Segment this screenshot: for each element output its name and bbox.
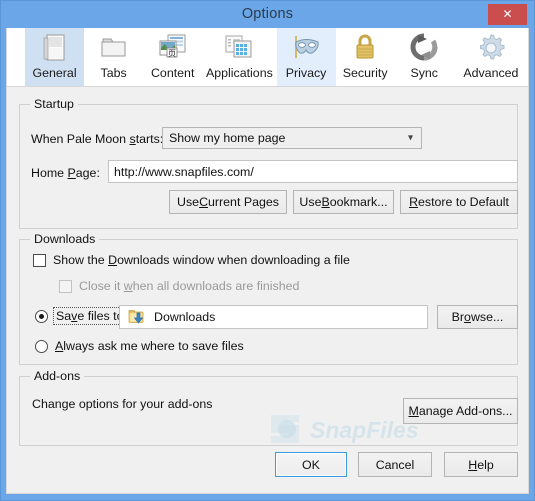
tab-privacy[interactable]: Privacy	[276, 28, 336, 86]
checkbox-box	[59, 279, 72, 293]
use-bookmark-button[interactable]: Use Bookmark...	[293, 190, 394, 214]
save-files-to-label: Save files to	[53, 307, 127, 325]
tab-label: Security	[342, 66, 388, 80]
document-page-icon	[38, 32, 72, 64]
tab-label: General	[32, 66, 77, 80]
when-starts-select[interactable]: Show my home page ▾	[162, 127, 422, 149]
use-current-pages-button[interactable]: Use Current Pages	[169, 190, 287, 214]
tab-security[interactable]: Security	[335, 28, 395, 86]
home-page-value: http://www.snapfiles.com/	[114, 164, 254, 179]
cancel-button[interactable]: Cancel	[358, 452, 432, 477]
always-ask-radio[interactable]: Always ask me where to save files	[35, 339, 244, 353]
startup-group-title: Startup	[30, 97, 78, 111]
save-path-field[interactable]: Downloads	[119, 305, 428, 329]
dialog-client-area: General Tabs 页 Content Applications Priv…	[6, 28, 529, 494]
content-pages-icon: 页	[156, 32, 190, 64]
tab-advanced[interactable]: Advanced	[453, 28, 528, 86]
window-title: Options	[241, 6, 294, 22]
tab-label: Advanced	[463, 66, 519, 80]
checkbox-box	[33, 253, 46, 267]
tab-label: Tabs	[100, 66, 127, 80]
mask-icon	[289, 32, 323, 64]
browse-button[interactable]: Br o wse...	[437, 305, 518, 329]
home-page-input[interactable]: http://www.snapfiles.com/	[108, 160, 518, 183]
save-files-to-radio[interactable]: Save files to	[35, 307, 127, 325]
tab-label: Content	[150, 66, 195, 80]
tab-label: Sync	[410, 66, 438, 80]
help-button[interactable]: Help	[444, 452, 518, 477]
tab-sync[interactable]: Sync	[394, 28, 454, 86]
options-dialog-window: Options ✕ General Tabs 页 Content Applica…	[0, 0, 535, 501]
when-starts-value: Show my home page	[169, 131, 286, 145]
options-tab-strip: General Tabs 页 Content Applications Priv…	[7, 28, 528, 87]
applications-grid-icon	[222, 32, 256, 64]
chevron-down-icon: ▾	[407, 132, 413, 144]
always-ask-label: Always ask me where to save files	[55, 339, 244, 353]
tab-content[interactable]: 页 Content	[143, 28, 203, 86]
show-downloads-window-checkbox[interactable]: Show the Downloads window when downloadi…	[33, 253, 350, 267]
close-when-finished-label: Close it when all downloads are finished	[79, 279, 300, 293]
downloads-folder-icon	[128, 309, 145, 325]
addons-group-title: Add-ons	[30, 369, 85, 383]
tab-label: Privacy	[285, 66, 327, 80]
home-page-label: Home Page:	[31, 166, 100, 180]
tab-label: Applications	[205, 66, 273, 80]
svg-text:页: 页	[168, 49, 176, 58]
folder-tabs-icon	[97, 32, 131, 64]
radio-dot	[35, 339, 48, 353]
addons-description: Change options for your add-ons	[32, 397, 213, 411]
downloads-group-title: Downloads	[30, 232, 100, 246]
save-path-value: Downloads	[154, 310, 216, 324]
restore-to-default-button[interactable]: Restore to Default	[400, 190, 518, 214]
gear-icon	[474, 32, 508, 64]
when-starts-label: When Pale Moon starts:	[31, 132, 164, 146]
padlock-icon	[348, 32, 382, 64]
tab-general[interactable]: General	[25, 28, 85, 86]
tab-tabs[interactable]: Tabs	[84, 28, 144, 86]
radio-dot	[35, 309, 48, 323]
ok-button[interactable]: OK	[275, 452, 347, 477]
manage-addons-button[interactable]: Manage Add-ons...	[403, 398, 518, 424]
show-downloads-window-label: Show the Downloads window when downloadi…	[53, 253, 350, 267]
title-bar[interactable]: Options ✕	[1, 1, 534, 28]
close-when-finished-checkbox: Close it when all downloads are finished	[59, 279, 299, 293]
tab-applications[interactable]: Applications	[202, 28, 277, 86]
dialog-button-bar: OK Cancel Help	[7, 445, 528, 493]
sync-arrows-icon	[407, 32, 441, 64]
close-icon[interactable]: ✕	[488, 4, 527, 25]
